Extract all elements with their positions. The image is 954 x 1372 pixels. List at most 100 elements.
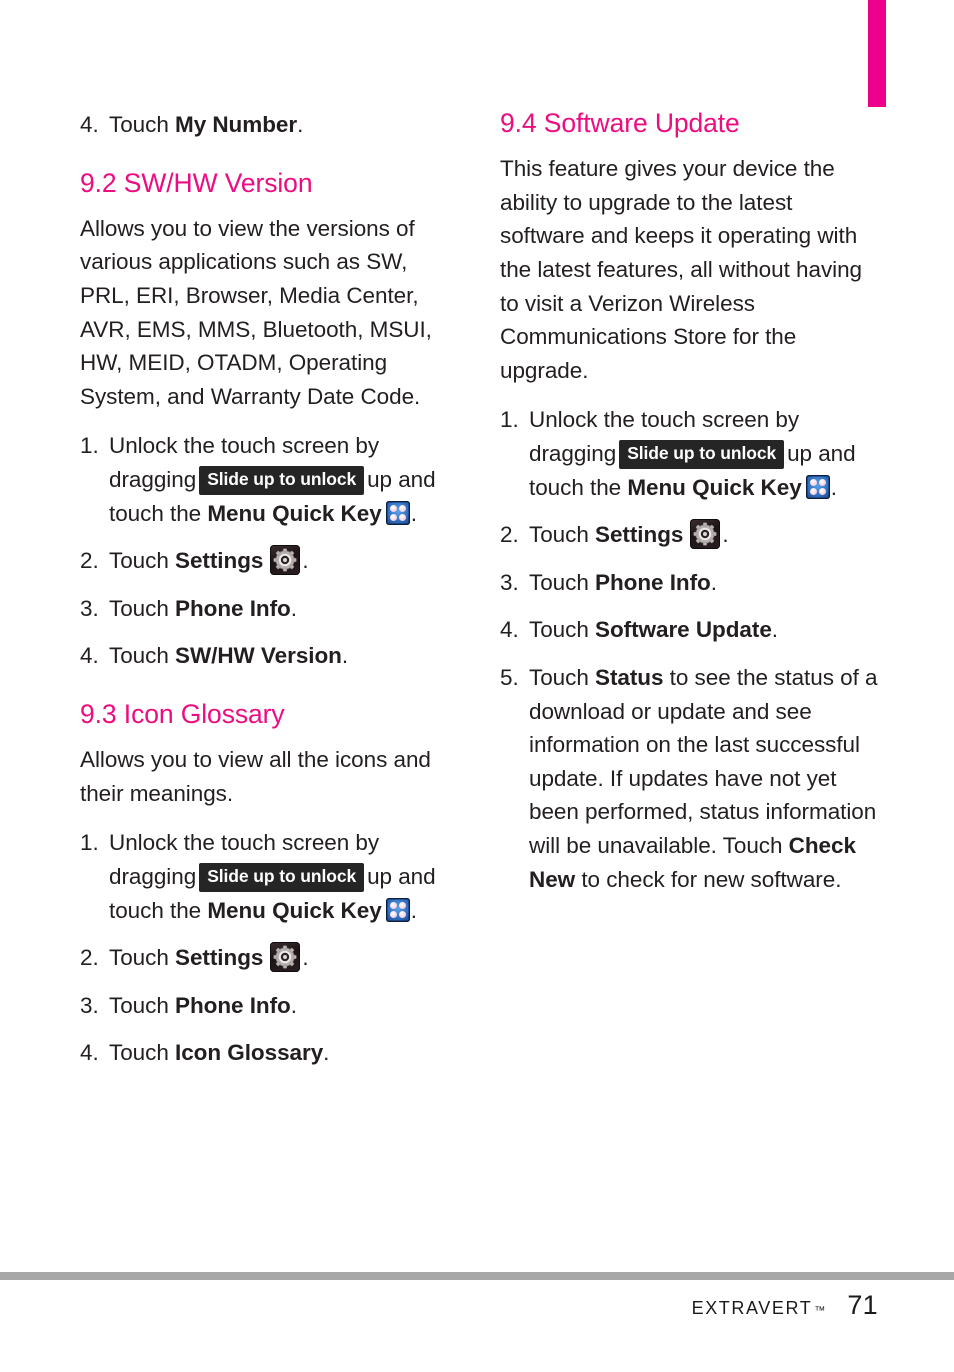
menu-quick-key-icon xyxy=(385,500,410,525)
text-segment: . xyxy=(722,522,729,548)
section-heading-92: 9.2 SW/HW Version xyxy=(80,167,313,198)
text-segment: Touch xyxy=(109,992,175,1018)
section-paragraph-94: This feature gives your device the abili… xyxy=(500,156,863,383)
list-item-text: Unlock the touch screen by dragging Slide… xyxy=(109,826,458,927)
list-item-number: 4. xyxy=(80,643,99,669)
emphasis-text: Status xyxy=(595,664,664,690)
text-segment: . xyxy=(341,643,349,669)
page-number: 71 xyxy=(847,1290,878,1320)
text-segment: . xyxy=(297,112,304,137)
list-item: 4. Touch My Number. xyxy=(80,108,458,142)
list-item-text: Touch Phone Info. xyxy=(109,989,458,1023)
text-segment: Touch xyxy=(109,1040,175,1066)
list-item: 2. Touch Settings. xyxy=(500,518,878,552)
page-tab-marker xyxy=(868,0,886,107)
brand-wordmark: Extravert xyxy=(691,1292,813,1320)
emphasis-text: Settings xyxy=(175,548,264,574)
section-paragraph-93: Allows you to view all the icons and the… xyxy=(80,747,431,806)
emphasis-text: Menu Quick Key xyxy=(627,474,802,500)
menu-quick-key-icon xyxy=(385,897,410,922)
list-item: 4. Touch Software Update. xyxy=(500,613,878,647)
list-item-text: Touch Phone Info. xyxy=(529,566,878,600)
list-item: 3. Touch Phone Info. xyxy=(80,989,458,1023)
list-item: 4. Touch Icon Glossary. xyxy=(80,1036,458,1070)
list-item-number: 1. xyxy=(80,433,99,459)
text-segment: . xyxy=(710,569,717,595)
text-segment: Touch xyxy=(109,595,175,621)
text-segment: Touch xyxy=(109,643,175,669)
emphasis-text: Phone Info xyxy=(175,595,291,621)
emphasis-text: Phone Info xyxy=(595,569,711,595)
section-heading-93: 9.3 Icon Glossary xyxy=(80,698,285,729)
list-item: 1. Unlock the touch screen by dragging Sl… xyxy=(80,429,458,530)
menu-quick-key-icon xyxy=(805,474,830,499)
list-item-text: Touch My Number. xyxy=(109,108,458,142)
two-column-layout: 4. Touch My Number. 9.2 SW/HW Version Al… xyxy=(80,108,880,1070)
emphasis-text: My Number xyxy=(175,112,298,137)
text-segment: . xyxy=(410,500,417,526)
list-item-number: 1. xyxy=(500,407,519,433)
list-item-number: 4. xyxy=(80,112,99,137)
list-item: 3. Touch Phone Info. xyxy=(500,566,878,600)
text-segment: Touch xyxy=(529,569,595,595)
list-item-number: 3. xyxy=(500,569,519,595)
text-segment: . xyxy=(302,548,309,574)
list-item-text: Unlock the touch screen by dragging Slide… xyxy=(529,403,878,504)
list-item-number: 3. xyxy=(80,992,99,1018)
list-item: 3. Touch Phone Info. xyxy=(80,592,458,626)
text-segment: to see the status of a download or updat… xyxy=(529,664,878,858)
emphasis-text: Icon Glossary xyxy=(175,1040,324,1066)
text-segment: Touch xyxy=(109,548,175,574)
text-segment: . xyxy=(290,595,297,621)
list-item: 4. Touch SW/HW Version. xyxy=(80,639,458,673)
list-item-number: 4. xyxy=(500,617,519,643)
slide-up-to-unlock-badge[interactable]: Slide up to unlock xyxy=(199,466,365,495)
section-heading-94: 9.4 Software Update xyxy=(500,108,740,138)
section-paragraph-92: Allows you to view the versions of vario… xyxy=(80,215,432,409)
list-item-text: Touch Phone Info. xyxy=(109,592,458,626)
text-segment: Touch xyxy=(529,664,595,690)
text-segment: . xyxy=(410,897,417,923)
list-item-number: 4. xyxy=(80,1040,99,1066)
emphasis-text: Software Update xyxy=(595,617,772,643)
list-item-text: Unlock the touch screen by dragging Slide… xyxy=(109,429,458,530)
emphasis-text: SW/HW Version xyxy=(175,643,342,669)
list-item-text: Touch Settings. xyxy=(109,941,458,975)
list-item-text: Touch Settings. xyxy=(109,544,458,578)
text-segment: . xyxy=(323,1040,330,1066)
text-segment: . xyxy=(302,945,309,971)
list-item: 1. Unlock the touch screen by dragging Sl… xyxy=(80,826,458,927)
text-segment: . xyxy=(830,474,837,500)
slide-up-to-unlock-badge[interactable]: Slide up to unlock xyxy=(619,440,785,469)
settings-gear-icon xyxy=(270,942,301,973)
list-item-text: Touch SW/HW Version. xyxy=(109,639,458,673)
text-segment: Touch xyxy=(529,522,595,548)
list-item: 2. Touch Settings. xyxy=(80,544,458,578)
page-content: 4. Touch My Number. 9.2 SW/HW Version Al… xyxy=(80,108,880,1070)
list-item-number: 2. xyxy=(80,548,99,574)
list-item-text: Touch Settings. xyxy=(529,518,878,552)
text-segment: Touch xyxy=(109,945,175,971)
emphasis-text: Settings xyxy=(175,945,264,971)
list-item-number: 5. xyxy=(500,664,519,690)
slide-up-to-unlock-badge[interactable]: Slide up to unlock xyxy=(199,863,365,892)
list-item-text: Touch Software Update. xyxy=(529,613,878,647)
text-segment: to check for new software. xyxy=(575,866,842,892)
left-column: 4. Touch My Number. 9.2 SW/HW Version Al… xyxy=(80,108,458,1070)
emphasis-text: Phone Info xyxy=(175,992,291,1018)
